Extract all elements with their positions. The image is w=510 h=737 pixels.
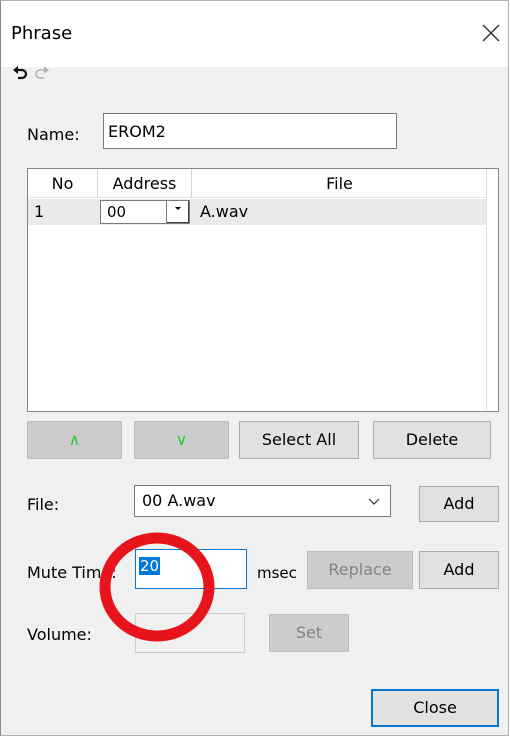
msec-unit-label: msec (257, 564, 297, 582)
title-bar: Phrase (1, 1, 508, 67)
undo-icon[interactable] (11, 64, 29, 82)
phrase-dialog: Phrase Name: No Address File 1 00 A.wav (0, 0, 509, 736)
table-row[interactable]: 1 00 A.wav (28, 199, 488, 225)
volume-input[interactable] (135, 613, 245, 653)
close-button[interactable]: Close (371, 689, 499, 727)
chevron-down-icon (368, 498, 380, 505)
mute-time-label: Mute Time: (27, 563, 117, 582)
redo-icon[interactable] (33, 64, 51, 82)
list-header: No Address File (28, 169, 498, 198)
move-up-button[interactable]: ∧ (27, 421, 122, 459)
row-no: 1 (34, 202, 45, 221)
phrase-list[interactable]: No Address File 1 00 A.wav (27, 168, 499, 412)
mute-time-input[interactable]: 20 (135, 549, 247, 589)
list-scrollbar[interactable] (486, 169, 498, 411)
file-select-value: 00 A.wav (142, 491, 216, 510)
close-icon[interactable] (479, 21, 503, 45)
column-header-address[interactable]: Address (98, 169, 192, 198)
mute-add-button[interactable]: Add (419, 551, 499, 589)
window-title: Phrase (11, 23, 73, 44)
address-value: 00 (107, 203, 127, 221)
address-combo[interactable]: 00 (100, 200, 190, 224)
delete-button[interactable]: Delete (373, 421, 491, 459)
file-select[interactable]: 00 A.wav (134, 485, 391, 517)
dropdown-arrow-icon[interactable] (166, 201, 189, 223)
select-all-button[interactable]: Select All (239, 421, 359, 459)
column-header-file[interactable]: File (192, 169, 488, 198)
set-button[interactable]: Set (269, 614, 349, 652)
file-add-button[interactable]: Add (419, 486, 499, 522)
column-header-no[interactable]: No (28, 169, 98, 198)
row-file: A.wav (200, 202, 249, 221)
name-input[interactable] (103, 113, 397, 149)
volume-label: Volume: (27, 625, 92, 644)
name-label: Name: (27, 125, 80, 144)
file-label: File: (27, 495, 60, 514)
move-down-button[interactable]: ∨ (134, 421, 229, 459)
mute-time-value: 20 (139, 557, 161, 575)
replace-button[interactable]: Replace (307, 551, 413, 589)
